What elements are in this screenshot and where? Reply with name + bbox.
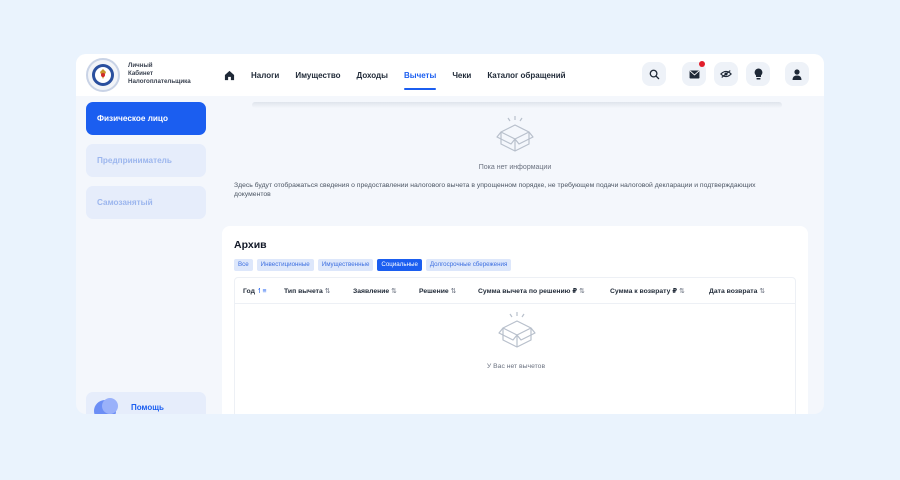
- visibility-toggle[interactable]: [714, 62, 738, 86]
- sort-icon: ↿≡: [256, 288, 267, 295]
- table-header: Год ↿≡ Тип вычета ⇅ Заявление ⇅ Решение ⇅ Су…: [235, 278, 795, 304]
- messages-button[interactable]: [682, 61, 706, 86]
- simplified-deduction-section: Пока нет информации Здесь будут отобража…: [222, 102, 808, 218]
- no-deductions-text: У Вас нет вычетов: [486, 363, 546, 370]
- empty-box-icon: [498, 312, 536, 348]
- column-deduction-amount[interactable]: Сумма вычета по решению ₽ ⇅: [478, 287, 585, 295]
- sort-icon: ⇅: [679, 288, 685, 295]
- nav-requests-catalog[interactable]: Каталог обращений: [487, 54, 565, 96]
- column-decision[interactable]: Решение ⇅: [419, 287, 456, 295]
- column-refund-amount[interactable]: Сумма к возврату ₽ ⇅: [610, 287, 685, 295]
- profile-button[interactable]: [785, 62, 809, 86]
- nav-receipts[interactable]: Чеки: [452, 54, 471, 96]
- notification-dot: [699, 61, 705, 67]
- blurred-divider: [252, 102, 782, 108]
- sidebar-item-individual[interactable]: Физическое лицо: [86, 102, 206, 135]
- deductions-table: Год ↿≡ Тип вычета ⇅ Заявление ⇅ Решение ⇅ Су…: [234, 277, 796, 414]
- sort-icon: ⇅: [391, 288, 397, 295]
- tips-button[interactable]: [746, 62, 770, 86]
- sort-icon: ⇅: [450, 288, 457, 295]
- no-info-text: Пока нет информации: [478, 164, 552, 171]
- sidebar: Физическое лицо Предприниматель Самозаня…: [86, 102, 206, 228]
- help-widget[interactable]: Помощь: [86, 392, 206, 414]
- column-deduction-type[interactable]: Тип вычета ⇅: [284, 287, 331, 295]
- column-refund-date[interactable]: Дата возврата ⇅: [709, 287, 765, 295]
- lightbulb-icon: [754, 68, 762, 80]
- user-icon: [792, 68, 802, 80]
- search-button[interactable]: [642, 62, 666, 86]
- home-icon[interactable]: [221, 67, 237, 83]
- brand-line-1: Личный: [128, 62, 153, 69]
- archive-filters: Все Инвестиционные Имущественные Социаль…: [234, 259, 515, 271]
- sort-icon: ⇅: [759, 288, 766, 295]
- nav-taxes[interactable]: Налоги: [251, 54, 279, 96]
- help-label: Помощь: [131, 403, 164, 412]
- eye-off-icon: [720, 70, 732, 78]
- sort-icon: ⇅: [324, 288, 331, 295]
- nav-property[interactable]: Имущество: [295, 54, 340, 96]
- filter-investment[interactable]: Инвестиционные: [256, 259, 314, 271]
- deduction-description: Здесь будут отображаться сведения о пред…: [234, 182, 756, 198]
- nav-income[interactable]: Доходы: [357, 54, 388, 96]
- brand-text: Личный Кабинет Налогоплательщика: [128, 62, 191, 86]
- column-year[interactable]: Год ↿≡: [243, 287, 267, 295]
- search-icon: [649, 69, 659, 79]
- fns-logo[interactable]: [86, 58, 120, 92]
- filter-property[interactable]: Имущественные: [317, 259, 374, 271]
- help-avatar-decor: [102, 398, 118, 414]
- sort-icon: ⇅: [579, 288, 585, 295]
- filter-social[interactable]: Социальные: [377, 259, 422, 271]
- main-nav: Налоги Имущество Доходы Вычеты Чеки Ката…: [221, 54, 582, 96]
- nav-deductions[interactable]: Вычеты: [403, 54, 437, 96]
- mail-icon: [689, 69, 699, 79]
- archive-title: Архив: [234, 239, 267, 251]
- filter-all[interactable]: Все: [234, 259, 253, 271]
- filter-long-term-savings[interactable]: Долгосрочные сбережения: [425, 259, 512, 271]
- emblem-icon: [92, 64, 114, 86]
- sidebar-item-entrepreneur[interactable]: Предприниматель: [86, 144, 206, 177]
- brand-line-2: Кабинет: [128, 70, 154, 77]
- column-application[interactable]: Заявление ⇅: [353, 287, 397, 295]
- brand-line-3: Налогоплательщика: [128, 78, 191, 85]
- app-window: Личный Кабинет Налогоплательщика Налоги …: [76, 54, 824, 414]
- header: Личный Кабинет Налогоплательщика Налоги …: [76, 54, 824, 96]
- archive-section: Архив Все Инвестиционные Имущественные С…: [222, 226, 808, 414]
- empty-box-icon: [496, 116, 534, 152]
- sidebar-item-self-employed[interactable]: Самозанятый: [86, 186, 206, 219]
